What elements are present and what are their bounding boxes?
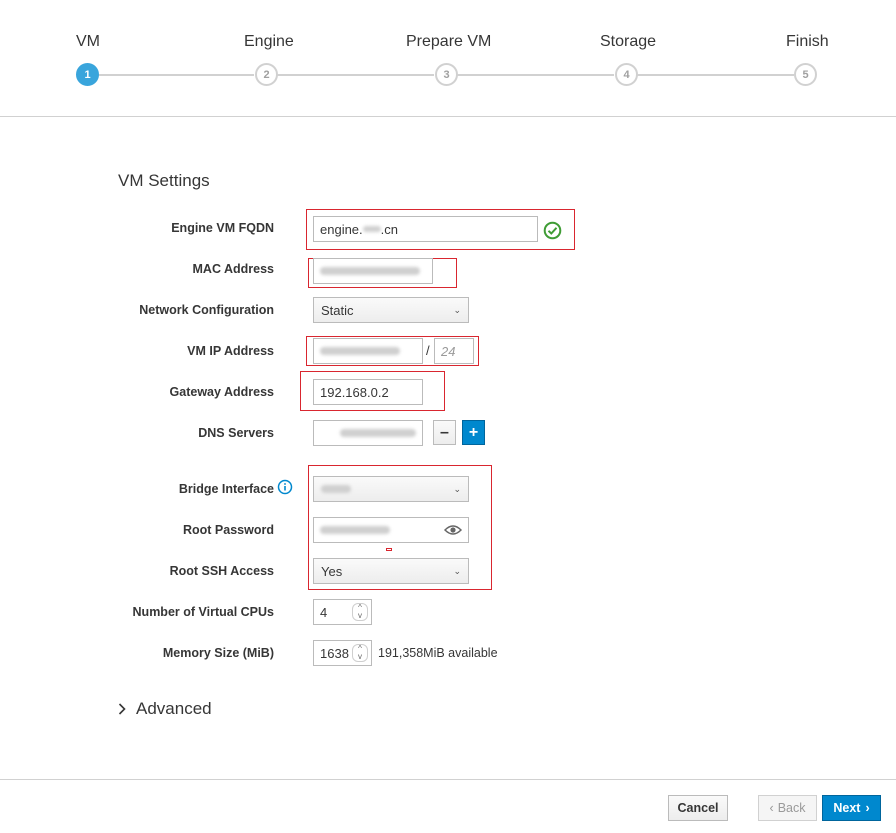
- memory-label: Memory Size (MiB): [162, 646, 274, 660]
- fqdn-input[interactable]: engine. .cn: [313, 216, 538, 242]
- step-dot-5[interactable]: 5: [794, 63, 817, 86]
- step-label-vm[interactable]: VM: [76, 33, 100, 51]
- network-select-value: Static: [321, 302, 354, 318]
- plus-icon: +: [468, 423, 479, 441]
- network-label: Network Configuration: [139, 303, 274, 317]
- vcpus-stepper[interactable]: 4 ^ v: [313, 599, 372, 625]
- chevron-down-icon: ⌄: [453, 304, 461, 315]
- step-connector: [637, 74, 794, 76]
- fqdn-label: Engine VM FQDN: [171, 221, 274, 235]
- redacted-text: [320, 267, 420, 275]
- vcpus-value: 4: [320, 604, 328, 620]
- chevron-down-icon[interactable]: v: [358, 612, 362, 620]
- vm-ip-input[interactable]: [313, 338, 423, 364]
- dns-label: DNS Servers: [198, 426, 274, 440]
- root-ssh-select-value: Yes: [321, 563, 343, 579]
- check-circle-icon: [543, 221, 562, 240]
- chevron-down-icon: ⌄: [453, 483, 461, 494]
- step-connector: [98, 74, 254, 76]
- back-button[interactable]: ‹ Back: [758, 795, 817, 821]
- header-divider: [0, 116, 896, 117]
- step-connector: [457, 74, 614, 76]
- redacted-text: [340, 429, 416, 437]
- redacted-text: [320, 526, 390, 534]
- next-button-label: Next: [833, 801, 861, 815]
- ip-prefix-input[interactable]: 24: [434, 338, 474, 364]
- vm-ip-label: VM IP Address: [187, 344, 274, 358]
- bridge-label-row: Bridge Interface: [100, 482, 274, 496]
- advanced-toggle[interactable]: Advanced: [118, 699, 212, 719]
- gateway-label: Gateway Address: [169, 385, 274, 399]
- root-password-input[interactable]: [313, 517, 469, 543]
- memory-available: 191,358MiB available: [378, 646, 498, 660]
- minus-icon: –: [440, 423, 449, 441]
- chevron-right-icon: [118, 703, 126, 715]
- vcpus-label: Number of Virtual CPUs: [132, 605, 274, 619]
- step-label-prepare-vm[interactable]: Prepare VM: [406, 33, 491, 51]
- chevron-down-icon[interactable]: v: [358, 653, 362, 661]
- root-ssh-label: Root SSH Access: [169, 564, 274, 578]
- step-dot-4[interactable]: 4: [615, 63, 638, 86]
- chevron-down-icon: ⌄: [453, 565, 461, 576]
- root-password-label: Root Password: [183, 523, 274, 537]
- section-title: VM Settings: [118, 171, 210, 190]
- back-button-label: Back: [777, 801, 806, 815]
- step-dot-3[interactable]: 3: [435, 63, 458, 86]
- mac-input[interactable]: [313, 258, 433, 284]
- mac-label: MAC Address: [192, 262, 275, 276]
- bridge-label: Bridge Interface: [178, 482, 274, 496]
- redacted-text: [320, 347, 400, 355]
- info-icon[interactable]: [277, 479, 293, 495]
- ip-prefix-separator: /: [426, 343, 430, 358]
- memory-value: 1638: [320, 645, 349, 661]
- root-ssh-select[interactable]: Yes ⌄: [313, 558, 469, 584]
- gateway-input[interactable]: 192.168.0.2: [313, 379, 423, 405]
- redacted-text: [362, 226, 381, 232]
- memory-stepper[interactable]: 1638 ^ v: [313, 640, 372, 666]
- chevron-right-icon: ›: [865, 801, 870, 815]
- error-marker: [386, 548, 392, 551]
- redacted-text: [321, 485, 351, 493]
- add-dns-button[interactable]: +: [462, 420, 485, 445]
- cancel-button[interactable]: Cancel: [668, 795, 728, 821]
- spinner-arrows[interactable]: ^ v: [352, 644, 368, 662]
- advanced-label: Advanced: [136, 699, 212, 718]
- fqdn-value-prefix: engine.: [320, 221, 363, 237]
- bridge-select[interactable]: ⌄: [313, 476, 469, 502]
- step-dot-2[interactable]: 2: [255, 63, 278, 86]
- remove-dns-button[interactable]: –: [433, 420, 456, 445]
- step-label-engine[interactable]: Engine: [244, 33, 294, 51]
- step-label-finish[interactable]: Finish: [786, 33, 829, 51]
- step-connector: [277, 74, 434, 76]
- step-dot-1[interactable]: 1: [76, 63, 99, 86]
- spinner-arrows[interactable]: ^ v: [352, 603, 368, 621]
- eye-icon[interactable]: [444, 524, 462, 536]
- network-select[interactable]: Static ⌄: [313, 297, 469, 323]
- next-button[interactable]: Next ›: [822, 795, 881, 821]
- fqdn-value-suffix: .cn: [380, 221, 398, 237]
- dns-input[interactable]: [313, 420, 423, 446]
- chevron-left-icon: ‹: [769, 801, 774, 815]
- footer-divider: [0, 779, 896, 780]
- step-label-storage[interactable]: Storage: [600, 33, 656, 51]
